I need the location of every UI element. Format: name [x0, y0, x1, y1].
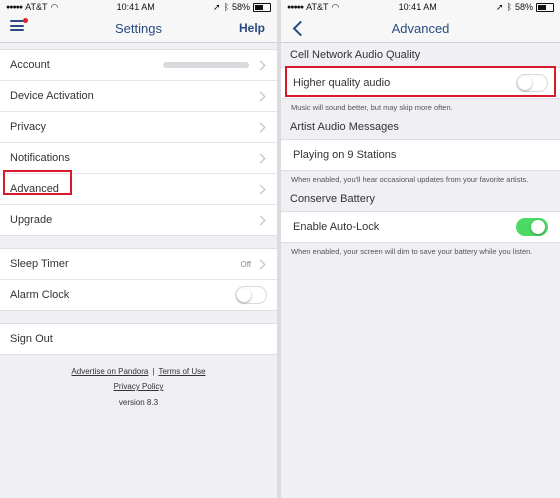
section-header-artist-messages: Artist Audio Messages: [290, 121, 399, 133]
chevron-right-icon: [255, 122, 266, 132]
settings-group-main: Account Device Activation Privacy Notifi…: [0, 49, 277, 236]
settings-item-label: Notifications: [10, 152, 70, 164]
chevron-left-icon: [292, 20, 309, 37]
privacy-policy-link[interactable]: Privacy Policy: [114, 382, 164, 391]
signal-icon: ●●●●●: [6, 3, 23, 11]
location-icon: ➚: [213, 1, 221, 12]
chevron-right-icon: [255, 153, 266, 163]
artist-messages-label: Playing on 9 Stations: [293, 149, 397, 161]
signal-icon: ●●●●●: [287, 3, 304, 11]
battery-icon: [253, 2, 271, 12]
help-button[interactable]: Help: [239, 21, 265, 35]
settings-group-signout: Sign Out: [0, 323, 277, 355]
nav-bar: Advanced: [281, 14, 560, 43]
higher-quality-audio-toggle[interactable]: [516, 74, 548, 92]
battery-percent: 58%: [231, 2, 250, 12]
chevron-right-icon: [255, 91, 266, 101]
notification-dot: [23, 18, 28, 23]
higher-quality-audio-label: Higher quality audio: [293, 77, 391, 89]
higher-quality-audio-row: Higher quality audio: [281, 67, 560, 99]
settings-item-label: Upgrade: [10, 214, 53, 226]
auto-lock-row: Enable Auto-Lock: [281, 211, 560, 243]
settings-item-notifications[interactable]: Notifications: [0, 143, 277, 174]
auto-lock-toggle[interactable]: [516, 218, 548, 236]
page-title: Advanced: [391, 20, 450, 36]
clock-label: 10:41 AM: [116, 2, 155, 12]
chevron-right-icon: [255, 259, 266, 269]
battery-icon: [536, 2, 554, 12]
settings-item-label: Advanced: [10, 183, 59, 195]
sleep-timer-value: Off: [240, 259, 251, 269]
settings-item-device-activation[interactable]: Device Activation: [0, 81, 277, 112]
settings-item-privacy[interactable]: Privacy: [0, 112, 277, 143]
settings-item-alarm-clock: Alarm Clock: [0, 280, 277, 310]
artist-messages-description: When enabled, you'll hear occasional upd…: [291, 175, 529, 184]
settings-item-advanced[interactable]: Advanced: [0, 174, 277, 205]
auto-lock-description: When enabled, your screen will dim to sa…: [291, 247, 533, 256]
footer: Advertise on Pandora | Terms of Use Privac…: [0, 365, 277, 411]
settings-group-timers: Sleep Timer Off Alarm Clock: [0, 248, 277, 311]
section-header-cell-audio: Cell Network Audio Quality: [290, 49, 421, 61]
auto-lock-label: Enable Auto-Lock: [293, 221, 380, 233]
bluetooth-icon: ᛒ: [506, 2, 512, 12]
settings-item-label: Device Activation: [10, 90, 94, 102]
section-header-conserve-battery: Conserve Battery: [290, 193, 375, 205]
chevron-right-icon: [255, 184, 266, 194]
settings-item-upgrade[interactable]: Upgrade: [0, 205, 277, 235]
location-icon: ➚: [496, 1, 504, 12]
clock-label: 10:41 AM: [398, 2, 437, 12]
version-label: version 8.3: [118, 398, 159, 407]
status-bar: ●●●●● AT&T ◠ 10:41 AM ➚ ᛒ 58%: [281, 0, 560, 14]
page-title: Settings: [115, 20, 162, 36]
sign-out-button[interactable]: Sign Out: [0, 324, 277, 354]
bluetooth-icon: ᛒ: [223, 2, 229, 12]
chevron-right-icon: [255, 60, 266, 70]
hamburger-icon: [10, 20, 24, 31]
back-button[interactable]: [292, 20, 309, 37]
alarm-clock-toggle[interactable]: [235, 286, 267, 304]
nav-bar: Settings Help: [0, 14, 277, 43]
status-bar: ●●●●● AT&T ◠ 10:41 AM ➚ ᛒ 58%: [0, 0, 277, 14]
menu-button[interactable]: [10, 18, 28, 31]
carrier-label: AT&T: [306, 2, 329, 12]
settings-item-label: Alarm Clock: [10, 289, 70, 301]
account-email-redacted: [163, 62, 249, 68]
chevron-right-icon: [255, 215, 266, 225]
sign-out-label: Sign Out: [10, 333, 53, 345]
wifi-icon: ◠: [331, 1, 340, 12]
settings-item-label: Account: [10, 59, 50, 71]
carrier-label: AT&T: [25, 2, 48, 12]
settings-item-label: Privacy: [10, 121, 47, 133]
settings-item-label: Sleep Timer: [10, 258, 69, 270]
settings-item-sleep-timer[interactable]: Sleep Timer Off: [0, 249, 277, 280]
higher-quality-audio-description: Music will sound better, but may skip mo…: [291, 103, 453, 112]
artist-messages-row[interactable]: Playing on 9 Stations: [281, 139, 560, 171]
advertise-link[interactable]: Advertise on Pandora: [71, 367, 148, 376]
battery-percent: 58%: [514, 2, 533, 12]
settings-item-account[interactable]: Account: [0, 50, 277, 81]
wifi-icon: ◠: [50, 1, 59, 12]
terms-link[interactable]: Terms of Use: [158, 367, 205, 376]
advanced-screen: ●●●●● AT&T ◠ 10:41 AM ➚ ᛒ 58% Advanced C…: [281, 0, 560, 498]
settings-screen: ●●●●● AT&T ◠ 10:41 AM ➚ ᛒ 58% Settings H…: [0, 0, 277, 498]
